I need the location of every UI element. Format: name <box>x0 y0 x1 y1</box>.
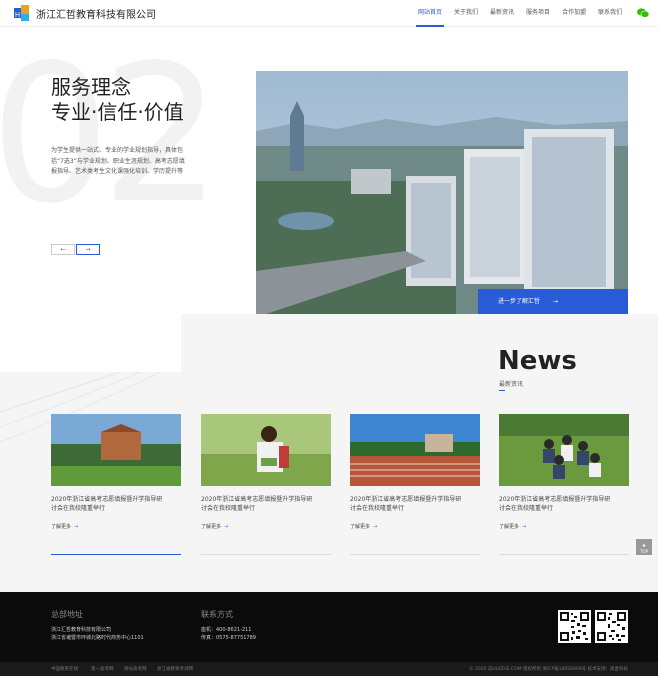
nav-item-home[interactable]: 网站首页 <box>412 0 448 27</box>
arrow-right-icon: → <box>552 298 558 305</box>
news-card-title[interactable]: 2020年浙江省高考志愿填报暨升学指导研讨会在我校隆重举行 <box>51 495 166 513</box>
news-card-title[interactable]: 2020年浙江省高考志愿填报暨升学指导研讨会在我校隆重举行 <box>499 495 614 513</box>
learn-more-label: 进一步了解汇哲 <box>498 298 541 305</box>
footer-link[interactable]: 中国教育在线 <box>51 666 78 672</box>
read-more-label: 了解更多 <box>499 524 520 530</box>
nav-item-about[interactable]: 关于我们 <box>448 0 484 27</box>
arrow-right-icon: → <box>224 524 229 530</box>
read-more-label: 了解更多 <box>201 524 222 530</box>
card-divider <box>201 554 331 555</box>
site-header: H 浙江汇哲教育科技有限公司 网站首页 关于我们 最新资讯 服务项目 合作加盟 … <box>0 0 658 27</box>
news-card[interactable]: 2020年浙江省高考志愿填报暨升学指导研讨会在我校隆重举行 了解更多 → <box>51 414 181 530</box>
back-to-top-label: TOP <box>639 549 648 554</box>
news-card-image[interactable] <box>350 414 480 486</box>
arrow-right-icon: → <box>522 524 527 530</box>
read-more-link[interactable]: 了解更多 → <box>51 523 181 530</box>
nav-item-services[interactable]: 服务项目 <box>520 0 556 27</box>
news-card[interactable]: 2020年浙江省高考志愿填报暨升学指导研讨会在我校隆重举行 了解更多 → <box>350 414 480 530</box>
wechat-icon[interactable] <box>637 8 649 18</box>
card-divider <box>51 554 181 555</box>
decorative-number: 02 <box>0 24 222 245</box>
arrow-right-icon: → <box>74 524 79 530</box>
news-card-image[interactable] <box>51 414 181 486</box>
prev-slide-button[interactable]: ← <box>51 244 75 255</box>
footer-link[interactable]: 浙江省教育考试网 <box>157 666 193 672</box>
news-card[interactable]: 2020年浙江省高考志愿填报暨升学指导研讨会在我校隆重举行 了解更多 → <box>201 414 331 530</box>
qr-code-icon <box>558 610 591 643</box>
company-address: 浙江省诸暨市环城北路时代商务中心1101 <box>51 635 144 641</box>
qr-code-icon <box>595 610 628 643</box>
hero-city-image <box>256 71 628 314</box>
news-card-title[interactable]: 2020年浙江省高考志愿填报暨升学指导研讨会在我校隆重举行 <box>201 495 316 513</box>
brand-name[interactable]: 浙江汇哲教育科技有限公司 <box>36 6 156 21</box>
address-heading: 总部地址 <box>51 610 83 619</box>
fax-number: 传真：0575-87751789 <box>201 635 256 641</box>
next-slide-button[interactable]: → <box>76 244 100 255</box>
news-subheading: 最新资讯 <box>499 381 524 388</box>
read-more-label: 了解更多 <box>350 524 371 530</box>
copyright-text: © 2020 ZJHUIZHE.COM 版权所有 浙ICP备18058809号 … <box>469 667 628 672</box>
nav-item-join[interactable]: 合作加盟 <box>556 0 592 27</box>
card-divider <box>499 554 629 555</box>
news-card-image[interactable] <box>499 414 629 486</box>
main-nav: 网站首页 关于我们 最新资讯 服务项目 合作加盟 联系我们 <box>412 0 628 27</box>
company-logo-icon[interactable]: H <box>14 5 30 21</box>
chevron-up-icon: ▲ <box>642 542 646 547</box>
hero-title-line2: 专业·信任·价值 <box>51 100 184 124</box>
read-more-link[interactable]: 了解更多 → <box>201 523 331 530</box>
read-more-label: 了解更多 <box>51 524 72 530</box>
news-card-image[interactable] <box>201 414 331 486</box>
hero-title: 服务理念 专业·信任·价值 <box>51 75 184 125</box>
hero-description: 为学生提供一站式、专业的学业规划指导，具体包括“7选3”与学业规划、职业生涯规划… <box>51 147 185 175</box>
news-card-title[interactable]: 2020年浙江省高考志愿填报暨升学指导研讨会在我校隆重举行 <box>350 495 465 513</box>
news-heading: News <box>498 346 577 376</box>
footer-link[interactable]: 第一高考网 <box>91 666 114 672</box>
news-card[interactable]: 2020年浙江省高考志愿填报暨升学指导研讨会在我校隆重举行 了解更多 → <box>499 414 629 530</box>
read-more-link[interactable]: 了解更多 → <box>499 523 629 530</box>
hero-title-line1: 服务理念 <box>51 75 131 99</box>
heading-underline <box>499 390 505 391</box>
svg-text:H: H <box>15 12 20 19</box>
footer-link[interactable]: 阳光高考网 <box>124 666 147 672</box>
company-name: 浙江汇哲教育科技有限公司 <box>51 627 112 633</box>
back-to-top-button[interactable]: ▲ TOP <box>636 539 652 555</box>
card-divider <box>350 554 480 555</box>
nav-item-news[interactable]: 最新资讯 <box>484 0 520 27</box>
arrow-right-icon: → <box>373 524 378 530</box>
contact-heading: 联系方式 <box>201 610 233 619</box>
phone-number: 座机：400-8621-211 <box>201 627 252 633</box>
learn-more-button[interactable]: 进一步了解汇哲 → <box>478 289 628 314</box>
read-more-link[interactable]: 了解更多 → <box>350 523 480 530</box>
nav-item-contact[interactable]: 联系我们 <box>592 0 628 27</box>
